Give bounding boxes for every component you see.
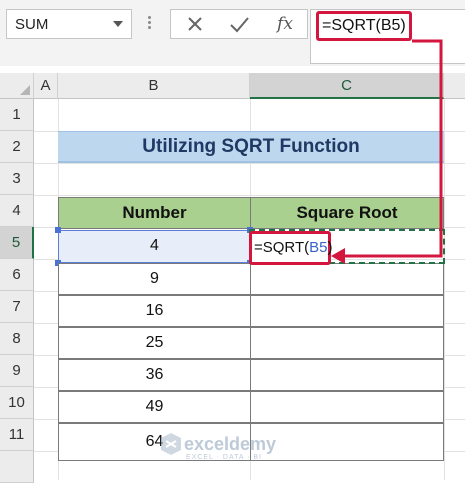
cell-b6[interactable]: 9	[58, 263, 251, 295]
cell-b5[interactable]: 4	[58, 230, 251, 262]
cell-b9[interactable]: 36	[58, 359, 251, 391]
table-header-number[interactable]: Number	[58, 197, 251, 229]
cell-c8[interactable]	[250, 327, 444, 359]
row-header-2[interactable]: 2	[0, 131, 34, 163]
row-header-1[interactable]: 1	[0, 99, 34, 131]
gridline	[444, 99, 445, 480]
row-header-10[interactable]: 10	[0, 387, 34, 419]
row-header-12[interactable]	[0, 451, 34, 483]
formula-buttons: fx	[170, 9, 308, 39]
cell-c11[interactable]	[250, 423, 444, 461]
column-header-d[interactable]	[444, 73, 465, 99]
logo-icon	[161, 433, 181, 455]
column-header-b[interactable]: B	[58, 73, 250, 99]
formula-reference: B5	[309, 239, 328, 256]
select-all-corner[interactable]	[0, 73, 34, 99]
watermark-tagline: EXCEL · DATA · BI	[186, 454, 262, 461]
drag-handle-icon[interactable]	[148, 14, 154, 34]
selection-handle[interactable]	[55, 227, 61, 233]
insert-function-button[interactable]: fx	[265, 10, 305, 38]
cell-c10[interactable]	[250, 391, 444, 423]
name-box[interactable]: SUM	[6, 9, 132, 39]
gridline	[34, 195, 465, 196]
watermark-name: exceldemy	[184, 434, 277, 454]
column-header-c[interactable]: C	[250, 73, 444, 99]
formula-bar: SUM fx =SQRT(B5)	[0, 0, 465, 66]
cell-c6[interactable]	[250, 263, 444, 295]
row-header-5[interactable]: 5	[0, 227, 34, 259]
close-icon	[188, 17, 202, 31]
formula-content-highlight: =SQRT(B5)	[316, 11, 412, 41]
formula-suffix: )	[327, 239, 333, 256]
column-header-a[interactable]: A	[34, 73, 58, 99]
cell-c7[interactable]	[250, 295, 444, 327]
row-header-11[interactable]: 11	[0, 419, 34, 451]
sheet-title[interactable]: Utilizing SQRT Function	[58, 131, 444, 163]
cell-c9[interactable]	[250, 359, 444, 391]
cell-b10[interactable]: 49	[58, 391, 251, 423]
formula-prefix: =SQRT(	[254, 239, 310, 256]
chevron-down-icon[interactable]	[113, 21, 123, 27]
row-header-9[interactable]: 9	[0, 355, 34, 387]
cancel-button[interactable]	[175, 10, 215, 38]
row-header-6[interactable]: 6	[0, 259, 34, 291]
table-header-square-root[interactable]: Square Root	[250, 197, 444, 229]
row-header-7[interactable]: 7	[0, 291, 34, 323]
row-header-8[interactable]: 8	[0, 323, 34, 355]
name-box-value: SUM	[15, 16, 49, 33]
cell-b7[interactable]: 16	[58, 295, 251, 327]
row-header-3[interactable]: 3	[0, 163, 34, 195]
gridline	[34, 163, 465, 164]
cell-b8[interactable]: 25	[58, 327, 251, 359]
enter-button[interactable]	[219, 10, 259, 38]
check-icon	[230, 17, 249, 33]
cell-c5-editing[interactable]: =SQRT(B5)	[249, 231, 333, 265]
row-header-4[interactable]: 4	[0, 195, 34, 227]
